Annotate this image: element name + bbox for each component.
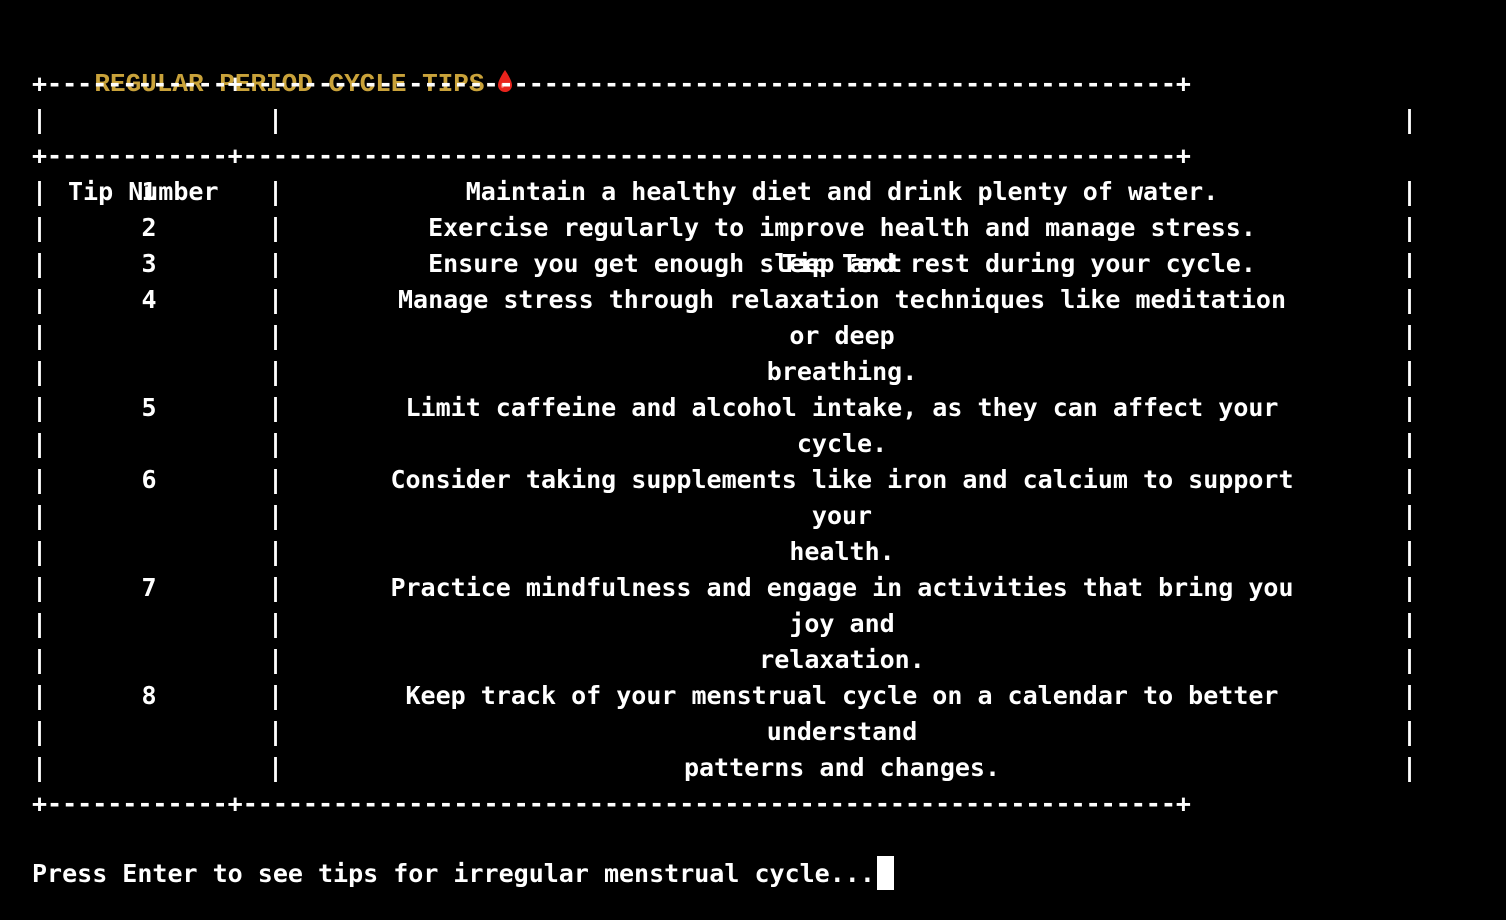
- tip-text: joy and: [789, 609, 895, 638]
- tip-text: cycle.: [796, 429, 888, 458]
- prompt-text: Press Enter to see tips for irregular me…: [32, 859, 875, 888]
- tip-text: your: [811, 501, 873, 530]
- tip-text: or deep: [789, 321, 895, 350]
- table-header-row: | Tip Number | Tip Text |: [32, 102, 1482, 278]
- tip-text: health.: [789, 537, 895, 566]
- table-row: | | your |: [32, 498, 1482, 534]
- table-row: | 2 | Exercise regularly to improve health …: [32, 210, 1482, 246]
- table-row: | | patterns and changes. |: [32, 750, 1482, 786]
- tip-text: breathing.: [766, 357, 918, 386]
- tip-text: Manage stress through relaxation techniq…: [397, 285, 1287, 314]
- tip-text: Maintain a healthy diet and drink plenty…: [465, 177, 1219, 206]
- tip-number: 4: [141, 285, 157, 314]
- tip-text: understand: [766, 717, 918, 746]
- title-line: REGULAR PERIOD CYCLE TIPS: [32, 30, 1482, 99]
- table-row: | 4 | Manage stress through relaxation tech…: [32, 282, 1482, 318]
- tip-text: patterns and changes.: [683, 753, 1001, 782]
- tip-number: 5: [141, 393, 157, 422]
- table-row: | | health. |: [32, 534, 1482, 570]
- tip-number: 2: [141, 213, 157, 242]
- table-border-bottom: +------------+--------------------------…: [32, 789, 1191, 818]
- tip-number: 6: [141, 465, 157, 494]
- tip-number: 7: [141, 573, 157, 602]
- table-row: | 7 | Practice mindfulness and engage in ac…: [32, 570, 1482, 606]
- tip-text: relaxation.: [759, 645, 925, 674]
- table-row: | 1 | Maintain a healthy diet and drink ple…: [32, 174, 1482, 210]
- table-row: | | or deep |: [32, 318, 1482, 354]
- tip-text: Limit caffeine and alcohol intake, as th…: [405, 393, 1279, 422]
- table-row: | | relaxation. |: [32, 642, 1482, 678]
- table-border-header: +------------+--------------------------…: [32, 141, 1191, 170]
- table-body: | 1 | Maintain a healthy diet and drink ple…: [32, 174, 1482, 786]
- table-row: | | understand |: [32, 714, 1482, 750]
- table-row: | | cycle. |: [32, 426, 1482, 462]
- tip-text: Ensure you get enough sleep and rest dur…: [428, 249, 1256, 278]
- table-border-top: +------------+--------------------------…: [32, 69, 1191, 98]
- tips-table: +------------+--------------------------…: [32, 66, 1482, 822]
- tip-number: 1: [141, 177, 157, 206]
- table-row: | 3 | Ensure you get enough sleep and rest …: [32, 246, 1482, 282]
- table-row: | | breathing. |: [32, 354, 1482, 390]
- table-row: | 8 | Keep track of your menstrual cycle on…: [32, 678, 1482, 714]
- tip-text: Practice mindfulness and engage in activ…: [390, 573, 1294, 602]
- table-row: | 5 | Limit caffeine and alcohol intake, as…: [32, 390, 1482, 426]
- tip-text: Consider taking supplements like iron an…: [390, 465, 1294, 494]
- tip-text: Exercise regularly to improve health and…: [428, 213, 1256, 242]
- terminal-cursor: [876, 856, 894, 890]
- continue-prompt[interactable]: Press Enter to see tips for irregular me…: [32, 856, 894, 892]
- terminal-window: REGULAR PERIOD CYCLE TIPS +------------+…: [32, 30, 1482, 822]
- tip-number: 3: [141, 249, 157, 278]
- tip-number: 8: [141, 681, 157, 710]
- tip-text: Keep track of your menstrual cycle on a …: [405, 681, 1279, 710]
- table-row: | | joy and |: [32, 606, 1482, 642]
- table-row: | 6 | Consider taking supplements like iron…: [32, 462, 1482, 498]
